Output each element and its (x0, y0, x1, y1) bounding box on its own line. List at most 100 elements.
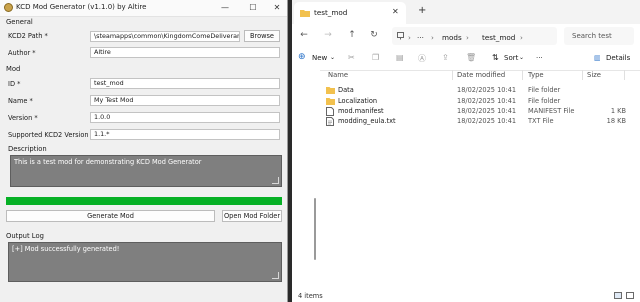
details-pane-icon: ▥ (594, 54, 601, 62)
name-field[interactable]: My Test Mod (90, 95, 280, 106)
column-header-type[interactable]: Type (528, 71, 544, 79)
command-bar: ⊕ New ⌄ ✂ ❐ ▤ Ⓐ ⇪ 🗑 ⇅ Sort ⌄ ··· ▥ Detai… (292, 48, 640, 71)
file-date: 18/02/2025 10:41 (457, 86, 517, 94)
file-date: 18/02/2025 10:41 (457, 117, 517, 125)
kcd2-path-field[interactable]: \steamapps\common\KingdomComeDeliverance… (90, 31, 240, 42)
general-group-label: General (6, 18, 33, 26)
more-options-button[interactable]: ··· (536, 54, 543, 62)
address-bar[interactable]: › ··· › mods › test_mod › (392, 27, 557, 45)
delete-icon[interactable]: 🗑 (466, 53, 476, 62)
file-type: TXT File (528, 117, 554, 125)
sort-button[interactable]: Sort (504, 54, 518, 62)
tab-title: test_mod (314, 8, 348, 17)
status-bar: 4 items (292, 289, 640, 302)
resize-grip[interactable] (272, 177, 279, 184)
id-label: ID * (8, 80, 21, 88)
folder-icon (326, 87, 335, 94)
file-name: Localization (338, 97, 378, 105)
new-plus-icon: ⊕ (298, 52, 306, 62)
supported-version-field[interactable]: 1.1.* (90, 129, 280, 140)
description-textarea[interactable]: This is a test mod for demonstrating KCD… (10, 155, 282, 187)
breadcrumb-separator: › (520, 33, 523, 42)
author-label: Author * (8, 49, 36, 57)
file-row[interactable]: Localization 18/02/2025 10:41 File folde… (320, 96, 640, 106)
close-button[interactable]: ✕ (270, 2, 284, 14)
breadcrumb-separator: › (408, 33, 411, 42)
breadcrumb-more[interactable]: ··· (417, 33, 424, 42)
cut-icon[interactable]: ✂ (348, 53, 355, 62)
navigation-pane-scrollbar[interactable] (314, 198, 316, 260)
monitor-icon (397, 32, 404, 40)
search-placeholder: Search test (572, 32, 612, 40)
new-button[interactable]: New (312, 54, 327, 62)
column-divider[interactable] (624, 70, 625, 80)
file-type: MANIFEST File (528, 107, 575, 115)
details-view-icon[interactable] (614, 292, 622, 299)
breadcrumb-test-mod[interactable]: test_mod (482, 33, 515, 42)
version-field[interactable]: 1.0.0 (90, 112, 280, 123)
tab-test-mod[interactable]: test_mod ✕ (294, 2, 406, 24)
folder-icon (326, 98, 335, 105)
file-size: 18 KB (606, 117, 626, 125)
column-divider[interactable] (522, 70, 523, 80)
file-row[interactable]: modding_eula.txt 18/02/2025 10:41 TXT Fi… (320, 116, 640, 126)
file-icon (326, 107, 334, 116)
column-divider[interactable] (582, 70, 583, 80)
tab-bar: test_mod ✕ + (292, 0, 640, 24)
up-arrow-icon[interactable]: ↑ (346, 30, 358, 40)
column-header-date[interactable]: Date modified (457, 71, 505, 79)
title-bar: KCD Mod Generator (v1.1.0) by Altire — ☐… (0, 0, 287, 17)
mod-group-label: Mod (6, 65, 21, 73)
file-name: Data (338, 86, 354, 94)
file-type: File folder (528, 86, 561, 94)
app-icon (4, 3, 13, 12)
paste-icon[interactable]: ▤ (396, 53, 404, 62)
file-type: File folder (528, 97, 561, 105)
file-name: mod.manifest (338, 107, 384, 115)
file-row[interactable]: mod.manifest 18/02/2025 10:41 MANIFEST F… (320, 106, 640, 116)
browse-button[interactable]: Browse (244, 30, 280, 42)
refresh-icon[interactable]: ↻ (368, 30, 380, 40)
output-log-text: [+] Mod successfully generated! (12, 245, 120, 253)
chevron-down-icon: ⌄ (519, 54, 525, 61)
file-row[interactable]: Data 18/02/2025 10:41 File folder (320, 85, 640, 95)
column-header-size[interactable]: Size (587, 71, 601, 79)
search-box[interactable]: Search test (564, 27, 634, 45)
minimize-button[interactable]: — (218, 2, 232, 14)
open-mod-folder-button[interactable]: Open Mod Folder (222, 210, 282, 222)
sort-icon: ⇅ (492, 53, 499, 62)
supported-version-label: Supported KCD2 Version (8, 131, 89, 139)
file-explorer-window: test_mod ✕ + ← → ↑ ↻ › ··· › mods › test… (292, 0, 640, 302)
breadcrumb-mods[interactable]: mods (442, 33, 462, 42)
column-divider[interactable] (452, 70, 453, 80)
tiles-view-icon[interactable] (626, 292, 634, 299)
navigation-bar: ← → ↑ ↻ › ··· › mods › test_mod › Search… (292, 24, 640, 49)
breadcrumb-separator: › (466, 33, 469, 42)
maximize-button[interactable]: ☐ (246, 2, 260, 14)
output-log-textarea[interactable]: [+] Mod successfully generated! (8, 242, 282, 282)
file-date: 18/02/2025 10:41 (457, 107, 517, 115)
version-label: Version * (8, 114, 38, 122)
tab-close-icon[interactable]: ✕ (392, 7, 399, 16)
author-field[interactable]: Altire (90, 47, 280, 58)
new-tab-button[interactable]: + (418, 5, 426, 16)
back-arrow-icon[interactable]: ← (298, 30, 310, 40)
progress-bar (6, 197, 282, 205)
breadcrumb-separator: › (431, 33, 434, 42)
share-icon[interactable]: ⇪ (442, 53, 449, 62)
generate-mod-button[interactable]: Generate Mod (6, 210, 215, 222)
rename-icon[interactable]: Ⓐ (418, 53, 426, 64)
forward-arrow-icon[interactable]: → (322, 30, 334, 40)
id-field[interactable]: test_mod (90, 78, 280, 89)
file-name: modding_eula.txt (338, 117, 396, 125)
name-label: Name * (8, 97, 33, 105)
kcd2-path-label: KCD2 Path * (8, 32, 48, 40)
window-title: KCD Mod Generator (v1.1.0) by Altire (16, 3, 147, 11)
column-header-name[interactable]: Name (328, 71, 348, 79)
copy-icon[interactable]: ❐ (372, 53, 379, 62)
mod-generator-window: KCD Mod Generator (v1.1.0) by Altire — ☐… (0, 0, 288, 302)
details-button[interactable]: Details (606, 54, 630, 62)
file-size: 1 KB (610, 107, 626, 115)
resize-grip[interactable] (272, 272, 279, 279)
chevron-down-icon: ⌄ (330, 54, 336, 61)
